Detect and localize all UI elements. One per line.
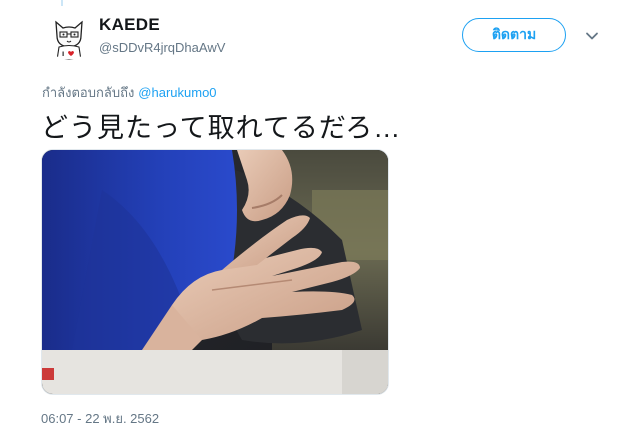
reply-mention-link[interactable]: @harukumo0 xyxy=(138,85,216,100)
avatar[interactable]: I xyxy=(47,16,91,60)
thread-line xyxy=(61,0,63,6)
svg-text:I: I xyxy=(62,51,64,58)
more-options-button[interactable] xyxy=(584,28,600,44)
tweet-timestamp[interactable]: 06:07 - 22 พ.ย. 2562 xyxy=(41,408,159,429)
reply-prefix: กำลังตอบกลับถึง xyxy=(42,85,135,100)
tweet-video[interactable] xyxy=(41,149,389,395)
user-handle[interactable]: @sDDvR4jrqDhaAwV xyxy=(99,40,225,55)
reply-context: กำลังตอบกลับถึง @harukumo0 xyxy=(42,82,217,103)
tweet: I KAEDE @sDDvR4jrqDhaAwV ติดตาม กำลังตอบ… xyxy=(0,0,640,437)
video-thumbnail xyxy=(42,150,388,394)
display-name[interactable]: KAEDE xyxy=(99,15,160,35)
cat-sketch-avatar-icon: I xyxy=(47,16,91,60)
tweet-text: どう見たって取れてるだろ… xyxy=(41,113,402,143)
follow-button[interactable]: ติดตาม xyxy=(462,18,566,52)
chevron-down-icon xyxy=(586,32,598,40)
